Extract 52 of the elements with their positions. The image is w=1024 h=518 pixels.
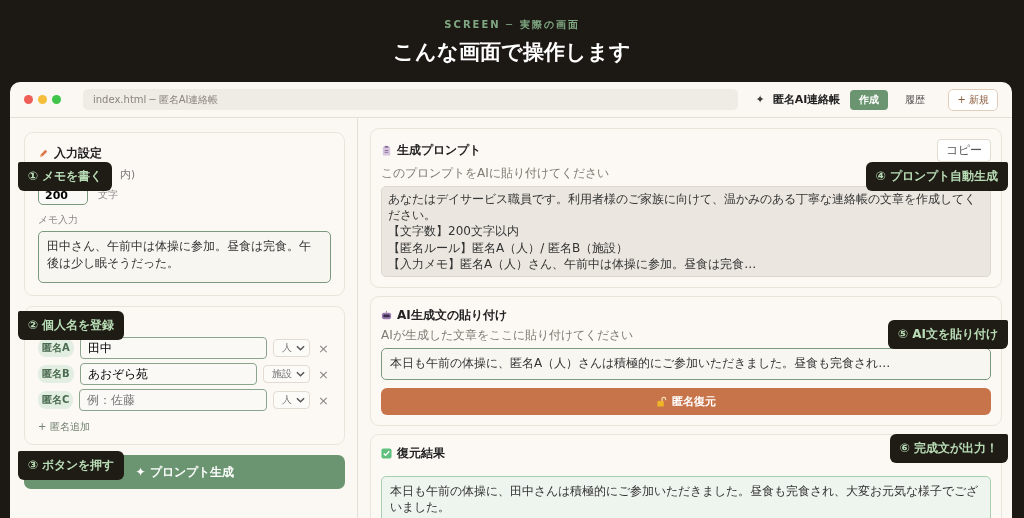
card-title: AI生成文の貼り付け (397, 306, 507, 324)
clipboard-icon (381, 145, 392, 156)
unlock-icon (656, 395, 667, 407)
type-dropdown[interactable]: 人 (273, 391, 311, 409)
type-dropdown[interactable]: 人 (273, 339, 311, 357)
card-title: 生成プロンプト (397, 142, 481, 159)
robot-icon (381, 309, 392, 321)
step-tooltip: ② 個人名を登録 (18, 311, 125, 340)
card-title: 入力設定 (54, 145, 102, 162)
step-tooltip: ⑥ 完成文が出力！ (889, 434, 1008, 463)
page-title: こんな画面で操作します (393, 39, 631, 66)
remove-button[interactable]: × (316, 340, 331, 356)
hint-text: AIが生成した文章をここに貼り付けてください (381, 326, 633, 344)
alias-tag: 匿名C (38, 391, 74, 409)
chevron-icon (296, 345, 306, 351)
step-tooltip: ⑤ AI文を貼り付け (887, 320, 1008, 349)
add-alias-link[interactable]: + 匿名追加 (38, 418, 90, 436)
pencil-icon (38, 148, 49, 159)
prompt-line: あなたはデイサービス職員です。利用者様のご家族に向けて、温かみのある丁寧な連絡帳の文章を作成してください。 (388, 191, 977, 224)
remove-button[interactable]: × (316, 392, 331, 408)
hint-text: このプロンプトをAIに貼り付けてください (381, 165, 609, 182)
nav-tab[interactable]: 作成 (850, 89, 889, 110)
card-title: 復元結果 (397, 444, 445, 462)
copy-button[interactable]: コピー (937, 139, 991, 162)
nav-tab[interactable]: 履歴 (896, 89, 935, 110)
memo-field[interactable]: 田中さん、午前中は体操に参加。昼食は完食。午後は少し眠そうだった。 (38, 231, 331, 283)
result-text-box: 本日も午前の体操に、田中さんは積極的にご参加いただきました。昼食も完食され、大変お元気な様子でございました。 (381, 475, 991, 518)
field-label: メモ入力 (38, 213, 79, 227)
field-label: 内) (120, 168, 136, 180)
chevron-icon (296, 397, 306, 403)
restore-button[interactable]: 匿名復元 (381, 387, 991, 415)
name-field[interactable]: 田中 (79, 337, 268, 359)
address-bar[interactable]: index.html ─ 匿名AI連絡帳 (83, 89, 738, 110)
section-eyebrow: SCREEN ─ 実際の画面 (444, 18, 580, 32)
type-dropdown[interactable]: 施設 (263, 365, 311, 383)
check-icon (381, 447, 392, 459)
sparkle-icon: ✦ (755, 93, 765, 106)
prompt-line: 【匿名ルール】匿名A（人）/ 匿名B（施設） (388, 239, 629, 256)
prompt-line: 【文字数】200文字以内 (388, 223, 519, 240)
step-tooltip: ① メモを書く (18, 162, 113, 191)
alias-tag: 匿名B (38, 365, 74, 383)
new-button[interactable]: + 新規 (948, 88, 998, 111)
app-name: 匿名AI連絡帳 (772, 92, 841, 107)
step-tooltip: ④ プロンプト自動生成 (865, 162, 1008, 191)
paste-field[interactable]: 本日も午前の体操に、匿名A（人）さんは積極的にご参加いただきました。昼食も完食され… (381, 347, 991, 380)
window-controls-icon[interactable] (24, 95, 61, 104)
remove-button[interactable]: × (316, 366, 331, 382)
step-tooltip: ③ ボタンを押す (18, 451, 125, 480)
name-field[interactable]: 例：佐藤 (79, 389, 268, 411)
prompt-line: 【入力メモ】匿名A（人）さん、午前中は体操に参加。昼食は完食… (388, 255, 757, 272)
chevron-icon (296, 371, 306, 377)
name-field[interactable]: あおぞら苑 (79, 363, 258, 385)
